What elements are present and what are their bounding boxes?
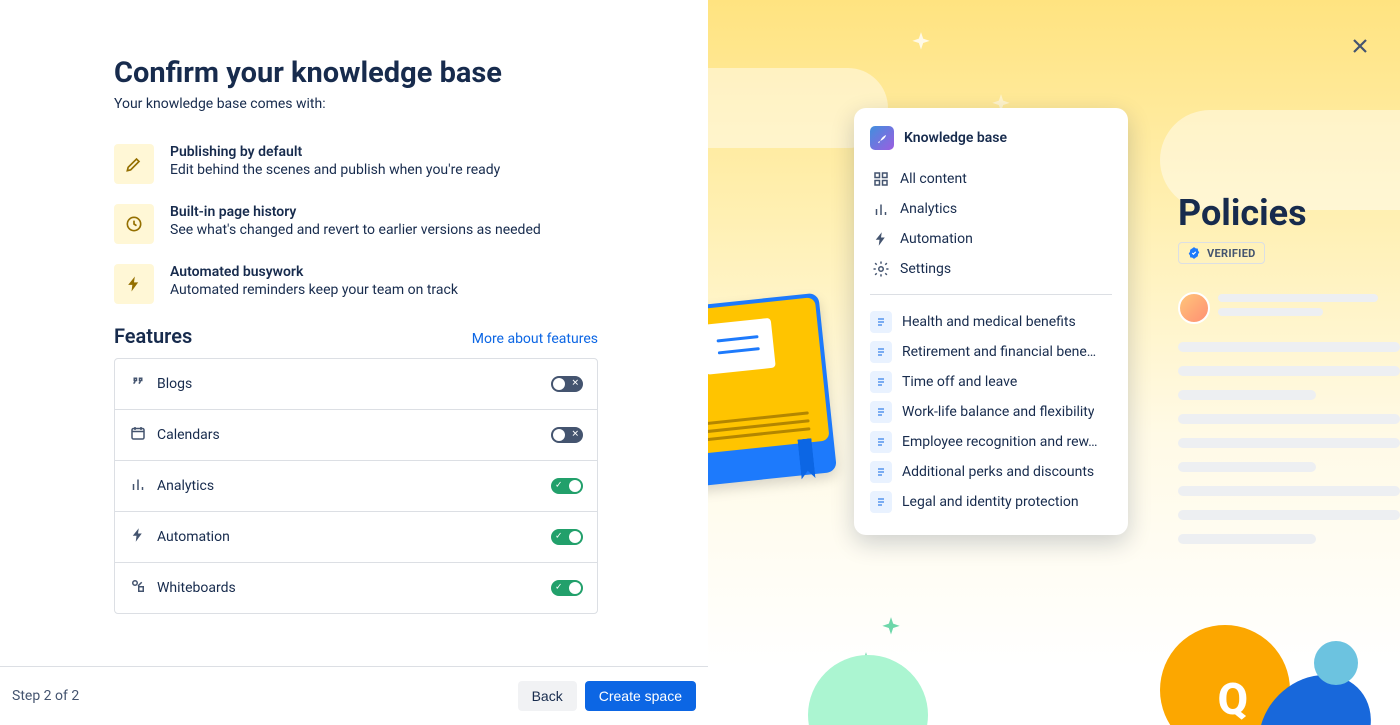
question-mark-icon: Q [1218, 673, 1248, 725]
page-icon [870, 491, 892, 513]
page-title: Confirm your knowledge base [114, 56, 598, 90]
page-icon [870, 341, 892, 363]
feature-row-analytics: Analytics ✓ [115, 461, 597, 512]
bullet-desc: Automated reminders keep your team on tr… [170, 282, 458, 298]
nav-automation[interactable]: Automation [870, 224, 1112, 254]
features-title: Features [114, 324, 192, 348]
bullet-desc: See what's changed and revert to earlier… [170, 222, 541, 238]
page-item[interactable]: Additional perks and discounts [870, 457, 1112, 487]
bullet-item: Automated busywork Automated reminders k… [114, 264, 598, 304]
feature-row-blogs: Blogs ✕ [115, 359, 597, 410]
verified-badge: VERIFIED [1178, 242, 1265, 264]
skeleton-preview: Policies VERIFIED [1178, 192, 1400, 558]
bullet-item: Built-in page history See what's changed… [114, 204, 598, 244]
skeleton-title: Policies [1178, 192, 1400, 234]
page-icon [870, 311, 892, 333]
bullet-title: Automated busywork [170, 264, 458, 280]
nav-label: Settings [900, 261, 951, 277]
toggle-calendars[interactable]: ✕ [551, 427, 583, 443]
page-label: Retirement and financial bene… [902, 344, 1096, 360]
nav-settings[interactable]: Settings [870, 254, 1112, 284]
nav-label: Analytics [900, 201, 957, 217]
footer-bar: Step 2 of 2 Back Create space [0, 666, 708, 725]
toggle-analytics[interactable]: ✓ [551, 478, 583, 494]
preview-card: Knowledge base All content Analytics Aut… [854, 108, 1128, 535]
feature-label: Blogs [157, 376, 192, 392]
bullet-title: Publishing by default [170, 144, 500, 160]
page-label: Time off and leave [902, 374, 1017, 390]
feature-row-automation: Automation ✓ [115, 512, 597, 563]
page-item[interactable]: Legal and identity protection [870, 487, 1112, 517]
feature-label: Calendars [157, 427, 220, 443]
kb-title: Knowledge base [904, 130, 1007, 146]
feature-list: Blogs ✕ Calendars ✕ Analytics ✓ [114, 358, 598, 614]
clock-icon [114, 204, 154, 244]
bullet-desc: Edit behind the scenes and publish when … [170, 162, 500, 178]
page-label: Additional perks and discounts [902, 464, 1094, 480]
more-about-features-link[interactable]: More about features [472, 331, 598, 347]
sparkle-icon [878, 615, 904, 645]
feature-row-calendars: Calendars ✕ [115, 410, 597, 461]
page-icon [870, 401, 892, 423]
feature-row-whiteboards: Whiteboards ✓ [115, 563, 597, 613]
pencil-icon [114, 144, 154, 184]
step-indicator: Step 2 of 2 [12, 688, 79, 704]
calendar-icon [129, 424, 147, 446]
rocket-icon [870, 126, 894, 150]
shapes-icon [129, 577, 147, 599]
page-subtitle: Your knowledge base comes with: [114, 96, 598, 112]
bars-icon [129, 475, 147, 497]
page-label: Work-life balance and flexibility [902, 404, 1094, 420]
page-item[interactable]: Work-life balance and flexibility [870, 397, 1112, 427]
nav-label: All content [900, 171, 967, 187]
bolt-icon [114, 264, 154, 304]
right-illustration-panel: Knowledge base All content Analytics Aut… [708, 0, 1400, 725]
quote-icon [129, 373, 147, 395]
avatar [1178, 292, 1210, 324]
bullet-list: Publishing by default Edit behind the sc… [114, 144, 598, 304]
page-item[interactable]: Retirement and financial bene… [870, 337, 1112, 367]
create-space-button[interactable]: Create space [585, 681, 696, 711]
left-panel: Confirm your knowledge base Your knowled… [0, 0, 708, 725]
toggle-blogs[interactable]: ✕ [551, 376, 583, 392]
page-icon [870, 431, 892, 453]
feature-label: Automation [157, 529, 230, 545]
nav-analytics[interactable]: Analytics [870, 194, 1112, 224]
page-label: Legal and identity protection [902, 494, 1079, 510]
toggle-whiteboards[interactable]: ✓ [551, 580, 583, 596]
page-icon [870, 371, 892, 393]
toggle-automation[interactable]: ✓ [551, 529, 583, 545]
page-label: Employee recognition and rew… [902, 434, 1098, 450]
bolt-icon [129, 526, 147, 548]
back-button[interactable]: Back [518, 681, 577, 711]
decoration-circle [808, 655, 928, 725]
bullet-title: Built-in page history [170, 204, 541, 220]
page-item[interactable]: Time off and leave [870, 367, 1112, 397]
feature-label: Whiteboards [157, 580, 236, 596]
feature-label: Analytics [157, 478, 214, 494]
verified-label: VERIFIED [1207, 247, 1256, 260]
bullet-item: Publishing by default Edit behind the sc… [114, 144, 598, 184]
page-label: Health and medical benefits [902, 314, 1076, 330]
page-icon [870, 461, 892, 483]
sparkle-icon [908, 30, 934, 60]
page-item[interactable]: Health and medical benefits [870, 307, 1112, 337]
close-button[interactable] [1348, 34, 1372, 62]
nav-all-content[interactable]: All content [870, 164, 1112, 194]
page-item[interactable]: Employee recognition and rew… [870, 427, 1112, 457]
book-illustration [708, 293, 837, 488]
nav-label: Automation [900, 231, 973, 247]
